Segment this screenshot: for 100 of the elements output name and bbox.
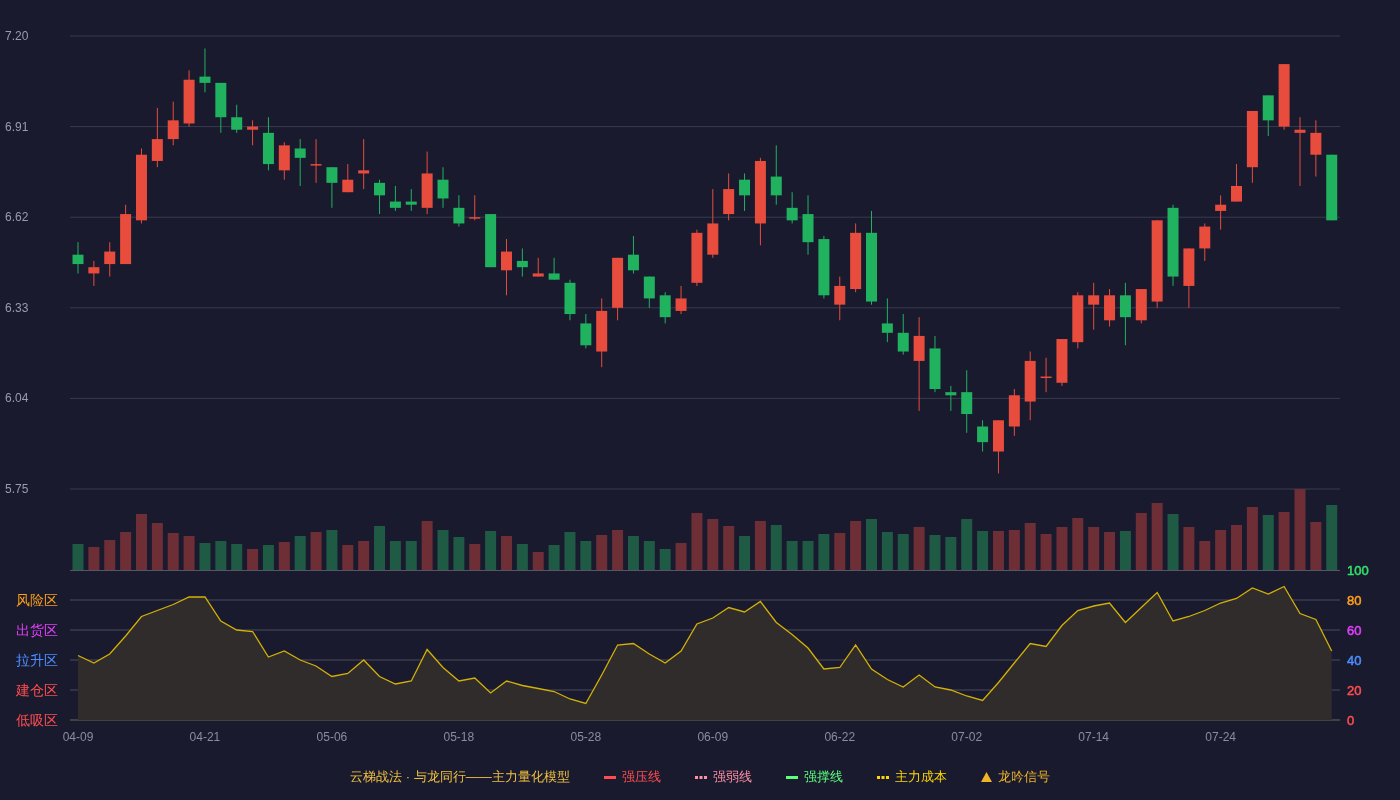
- candle: [1183, 247, 1195, 309]
- axis-label: 7.20: [5, 29, 29, 43]
- candle: [310, 138, 322, 184]
- candle: [675, 285, 687, 315]
- candle: [262, 116, 274, 171]
- candle: [564, 279, 576, 321]
- candle: [516, 247, 528, 278]
- candle: [1278, 63, 1290, 131]
- axis-label: 07-24: [1205, 730, 1236, 744]
- axis-label: 60: [1347, 622, 1362, 638]
- candle: [723, 172, 735, 221]
- candle: [786, 191, 798, 224]
- zone-label: 低吸区: [16, 712, 58, 728]
- candle: [1326, 154, 1338, 221]
- candle: [1072, 291, 1084, 349]
- candle: [405, 188, 417, 212]
- axis-label: 6.91: [5, 119, 29, 134]
- candle: [167, 101, 179, 146]
- axis-label: 40: [1347, 652, 1362, 668]
- candle: [1008, 388, 1020, 437]
- candle: [802, 194, 814, 256]
- axis-label: 05-06: [316, 730, 348, 744]
- candle: [485, 213, 497, 268]
- candle: [548, 257, 560, 281]
- candle: [294, 138, 306, 187]
- candle: [104, 241, 116, 278]
- candle: [1199, 222, 1211, 262]
- axis-label: 6.62: [5, 210, 29, 225]
- candle: [247, 119, 259, 146]
- candle: [389, 185, 401, 212]
- candle: [1135, 288, 1147, 324]
- candle: [961, 369, 973, 434]
- candle: [215, 82, 227, 134]
- axis-label: 5.75: [5, 482, 29, 496]
- candle: [739, 172, 751, 212]
- axis-label: 6.04: [5, 391, 29, 406]
- candle: [1294, 116, 1306, 187]
- axis-label: 05-28: [570, 730, 602, 744]
- axis-label: 6.33: [5, 300, 29, 315]
- candle: [231, 104, 243, 134]
- candle: [850, 222, 862, 293]
- axis-label: 06-09: [697, 730, 729, 744]
- candle: [1056, 338, 1068, 387]
- legend-label[interactable]: 强弱线: [712, 768, 752, 786]
- axis-label: 07-14: [1078, 730, 1110, 744]
- axis-label: 20: [1347, 682, 1362, 698]
- candle: [1040, 357, 1052, 393]
- candle: [1310, 119, 1322, 178]
- candle: [818, 235, 830, 299]
- candle: [199, 48, 211, 93]
- axis-label: 100: [1347, 562, 1369, 578]
- candle: [691, 229, 703, 287]
- candle: [469, 194, 481, 221]
- zone-label: 建仓区: [16, 682, 58, 698]
- candle: [707, 188, 719, 259]
- candle: [1215, 194, 1227, 231]
- legend-label[interactable]: 主力成本: [894, 768, 947, 786]
- legend-label[interactable]: 龙吟信号: [997, 768, 1050, 786]
- candle: [501, 238, 512, 296]
- legend-label[interactable]: 强压线: [621, 768, 661, 786]
- candle: [183, 69, 195, 128]
- candle: [945, 385, 957, 412]
- candle: [72, 241, 84, 274]
- candle: [834, 276, 846, 321]
- candle: [770, 144, 782, 206]
- candle: [897, 313, 909, 356]
- candle: [151, 107, 163, 168]
- legend-title: 云梯战法 · 与龙同行——主力量化模型: [350, 768, 570, 786]
- legend-label[interactable]: 强撑线: [803, 768, 843, 786]
- candle: [358, 138, 370, 190]
- candle: [1262, 94, 1274, 137]
- candle: [1119, 282, 1131, 346]
- zone-label: 出货区: [16, 622, 58, 638]
- axis-label: 04-09: [62, 730, 94, 744]
- candle: [580, 313, 592, 349]
- candle: [627, 235, 639, 274]
- candle: [643, 276, 655, 309]
- candle: [977, 419, 989, 452]
- candle: [1231, 163, 1242, 203]
- candle: [374, 179, 386, 215]
- candle: [929, 335, 941, 393]
- axis-label: 04-21: [189, 730, 221, 744]
- candle: [437, 166, 449, 209]
- candle: [326, 166, 338, 209]
- candle: [120, 204, 132, 265]
- candle: [453, 194, 465, 228]
- candle: [596, 297, 608, 368]
- candle: [342, 163, 354, 193]
- candle: [532, 257, 544, 278]
- candle: [881, 297, 893, 343]
- candle: [1104, 288, 1116, 328]
- axis-label: 0: [1347, 712, 1355, 728]
- axis-label: 06-22: [824, 730, 856, 744]
- axis-label: 07-02: [951, 730, 983, 744]
- candle: [88, 260, 100, 287]
- candle: [659, 291, 671, 324]
- zone-label: 风险区: [16, 592, 58, 608]
- candle: [1024, 351, 1036, 421]
- candle: [278, 141, 290, 181]
- candle: [421, 151, 433, 215]
